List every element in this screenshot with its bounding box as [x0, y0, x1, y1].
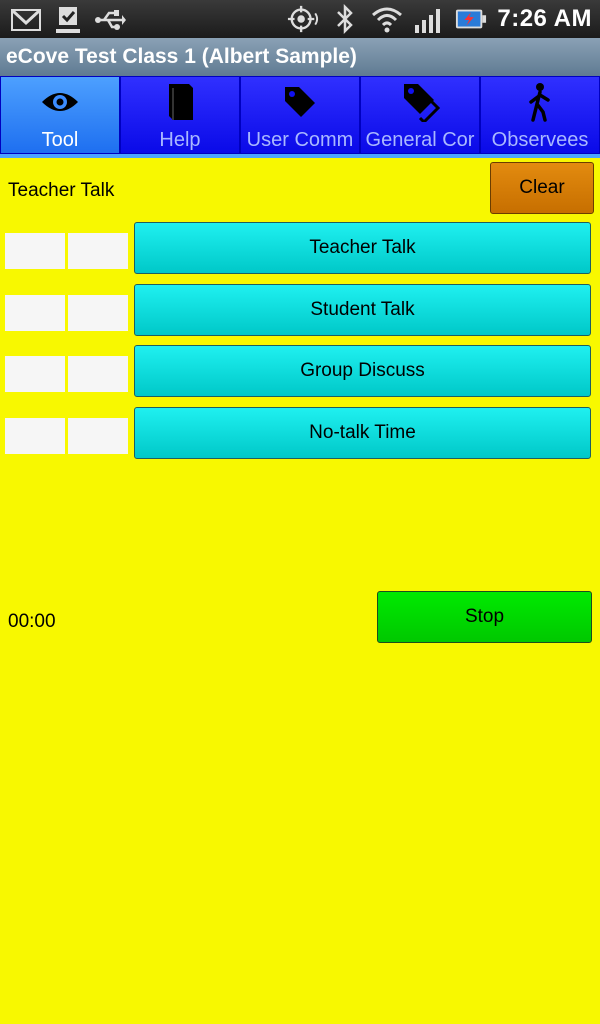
- tab-user-comments[interactable]: User Comm: [240, 76, 360, 154]
- walking-person-icon: [527, 81, 553, 123]
- battery-charging-icon: [455, 3, 487, 35]
- tab-tool[interactable]: Tool: [0, 76, 120, 154]
- tab-general-comments-label: General Cor: [365, 129, 475, 151]
- time-cell: [68, 233, 128, 269]
- gmail-icon: [10, 4, 42, 36]
- student-talk-button[interactable]: Student Talk: [134, 284, 591, 336]
- tool-header: Teacher Talk Clear: [0, 162, 600, 214]
- code-row-student-talk: Student Talk: [0, 284, 600, 338]
- session-timer: 00:00: [8, 611, 56, 632]
- code-row-teacher-talk: Teacher Talk: [0, 222, 600, 276]
- teacher-talk-button[interactable]: Teacher Talk: [134, 222, 591, 274]
- usb-icon: [94, 4, 126, 36]
- tab-user-comments-label: User Comm: [246, 129, 354, 151]
- app-title: eCove Test Class 1 (Albert Sample): [6, 45, 357, 68]
- clear-button[interactable]: Clear: [490, 162, 594, 214]
- gps-icon: [287, 3, 319, 35]
- time-cell: [68, 418, 128, 454]
- time-cell: [68, 356, 128, 392]
- count-cell: [5, 356, 65, 392]
- tab-observees-label: Observees: [491, 129, 589, 151]
- tab-general-comments[interactable]: General Cor: [360, 76, 480, 154]
- status-time: 7:26 AM: [497, 5, 592, 32]
- tab-underline: [0, 154, 600, 158]
- group-discuss-button[interactable]: Group Discuss: [134, 345, 591, 397]
- count-cell: [5, 295, 65, 331]
- count-cell: [5, 418, 65, 454]
- tab-tool-label: Tool: [41, 129, 79, 151]
- count-cell: [5, 233, 65, 269]
- bluetooth-icon: [329, 3, 361, 35]
- stop-button[interactable]: Stop: [377, 591, 592, 643]
- wifi-icon: [371, 3, 403, 35]
- tag-icon: [281, 81, 319, 123]
- signal-icon: [413, 3, 445, 35]
- tags-icon: [400, 81, 440, 123]
- time-cell: [68, 295, 128, 331]
- tab-help[interactable]: Help: [120, 76, 240, 154]
- app-title-bar: eCove Test Class 1 (Albert Sample): [0, 38, 600, 76]
- tab-observees[interactable]: Observees: [480, 76, 600, 154]
- book-icon: [165, 81, 195, 123]
- tab-help-label: Help: [159, 129, 201, 151]
- code-row-no-talk-time: No-talk Time: [0, 407, 600, 461]
- timer-row: 00:00 Stop: [0, 591, 600, 643]
- code-row-group-discuss: Group Discuss: [0, 345, 600, 399]
- tab-bar: Tool Help User Comm General Cor Observee…: [0, 76, 600, 156]
- current-code-label: Teacher Talk: [8, 180, 115, 201]
- eye-icon: [40, 81, 80, 123]
- download-done-icon: [52, 4, 84, 36]
- no-talk-time-button[interactable]: No-talk Time: [134, 407, 591, 459]
- status-bar: 7:26 AM: [0, 0, 600, 38]
